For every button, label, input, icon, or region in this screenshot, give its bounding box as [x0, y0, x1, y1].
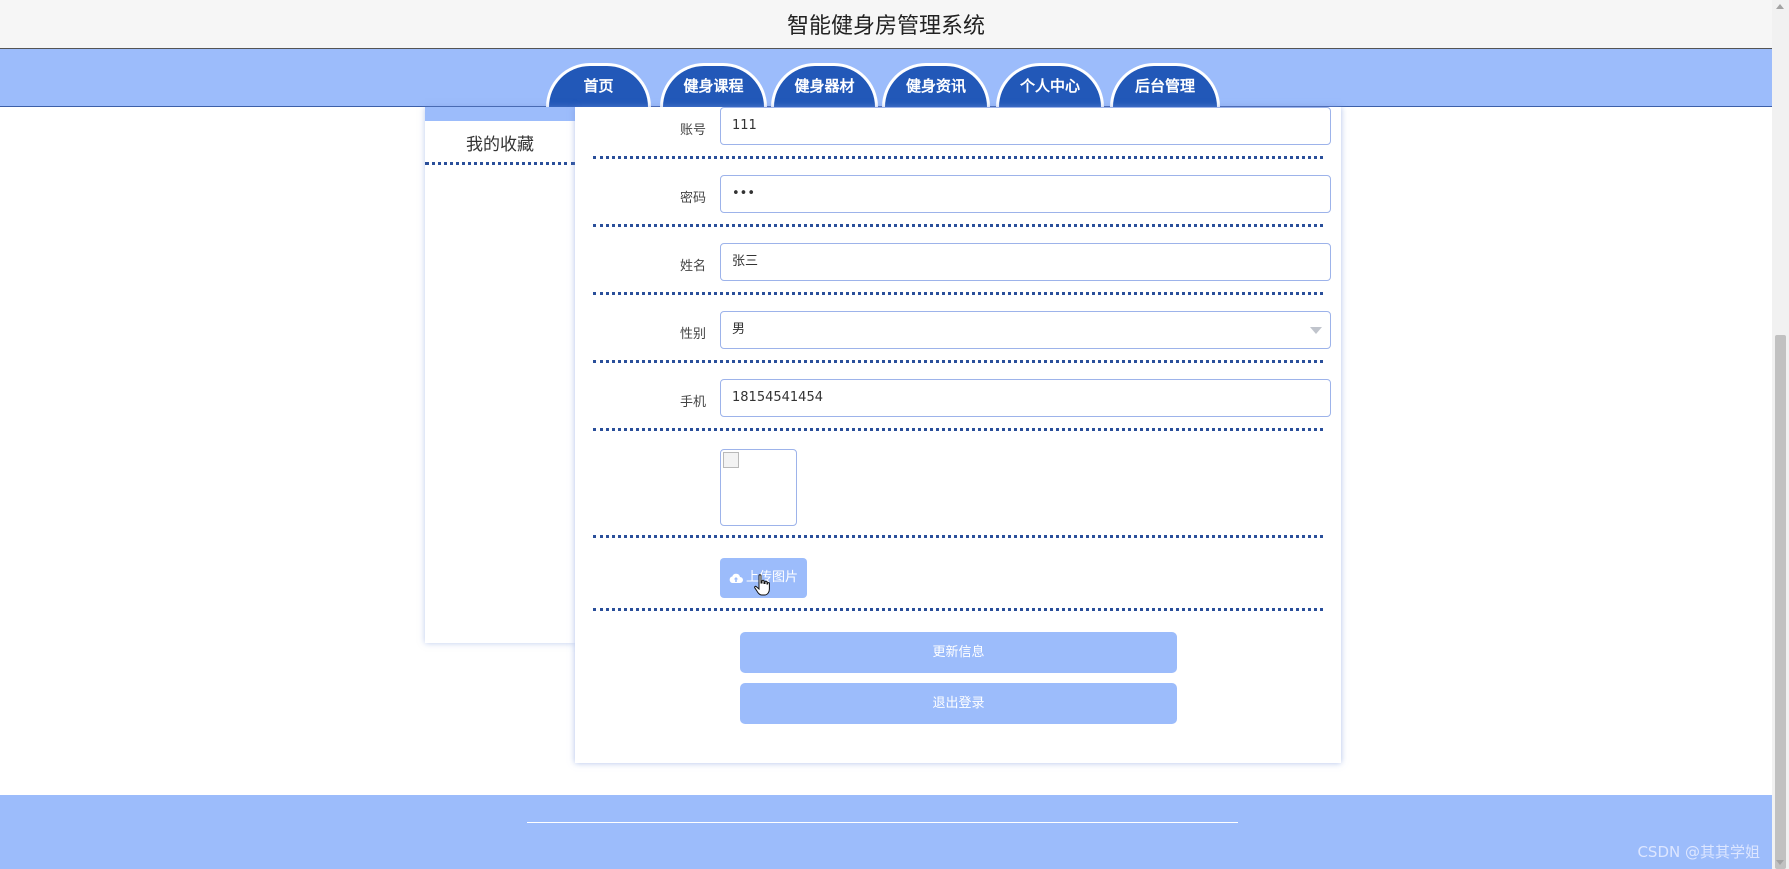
password-input[interactable]: •••: [720, 175, 1331, 213]
name-row: 姓名 张三: [593, 227, 1331, 295]
nav-item-personal-center[interactable]: 个人中心: [996, 63, 1104, 107]
site-title: 智能健身房管理系统: [786, 14, 985, 39]
phone-input[interactable]: 18154541454: [720, 379, 1331, 417]
hand-cursor-icon: [754, 574, 770, 596]
upload-row: 上传图片: [593, 538, 1323, 611]
password-label: 密码: [679, 191, 706, 206]
profile-form-card: 账号 111 密码 ••• 姓名 张三 性别 男 手机 18154541454: [575, 107, 1341, 763]
nav-bar: 首页 健身课程 健身器材 健身资讯 个人中心 后台管理: [0, 49, 1772, 107]
name-label: 姓名: [679, 259, 706, 274]
broken-image-icon: [723, 452, 739, 468]
vertical-scrollbar[interactable]: [1772, 0, 1789, 869]
gender-row: 性别 男: [593, 295, 1331, 363]
name-input[interactable]: 张三: [720, 243, 1331, 281]
title-bar: 智能健身房管理系统: [0, 0, 1772, 49]
phone-label: 手机: [679, 395, 706, 410]
account-input[interactable]: 111: [720, 107, 1331, 145]
nav-item-news[interactable]: 健身资讯: [882, 63, 990, 107]
gender-select[interactable]: 男: [720, 311, 1331, 349]
nav-item-courses[interactable]: 健身课程: [660, 63, 767, 107]
nav-item-home[interactable]: 首页: [546, 63, 651, 107]
account-label: 账号: [679, 123, 706, 138]
sidebar: 我的收藏: [425, 107, 575, 643]
avatar-preview: [720, 449, 797, 526]
update-info-button[interactable]: 更新信息: [740, 632, 1177, 673]
account-row: 账号 111: [593, 107, 1331, 159]
sidebar-item-favorites[interactable]: 我的收藏: [425, 125, 575, 165]
cloud-upload-icon: [729, 573, 743, 583]
scroll-down-arrow-icon[interactable]: [1776, 860, 1784, 865]
footer: CSDN @其其学姐: [0, 795, 1772, 869]
watermark-text: CSDN @其其学姐: [1637, 843, 1760, 861]
logout-button[interactable]: 退出登录: [740, 683, 1177, 724]
gender-label: 性别: [679, 327, 706, 342]
gender-select-value: 男: [732, 322, 746, 337]
page: 智能健身房管理系统 首页 健身课程 健身器材 健身资讯 个人中心 后台管理 我的…: [0, 0, 1789, 869]
nav-item-admin[interactable]: 后台管理: [1110, 63, 1220, 107]
nav-item-equipment[interactable]: 健身器材: [771, 63, 878, 107]
sidebar-item-active[interactable]: [425, 107, 575, 121]
phone-row: 手机 18154541454: [593, 363, 1331, 431]
password-row: 密码 •••: [593, 159, 1331, 227]
chevron-down-icon: [1310, 327, 1322, 334]
avatar-row: [593, 431, 1323, 538]
scroll-up-arrow-icon[interactable]: [1776, 4, 1784, 9]
scrollbar-thumb[interactable]: [1775, 335, 1786, 869]
upload-image-button[interactable]: 上传图片: [720, 558, 807, 598]
footer-divider: [527, 822, 1238, 823]
